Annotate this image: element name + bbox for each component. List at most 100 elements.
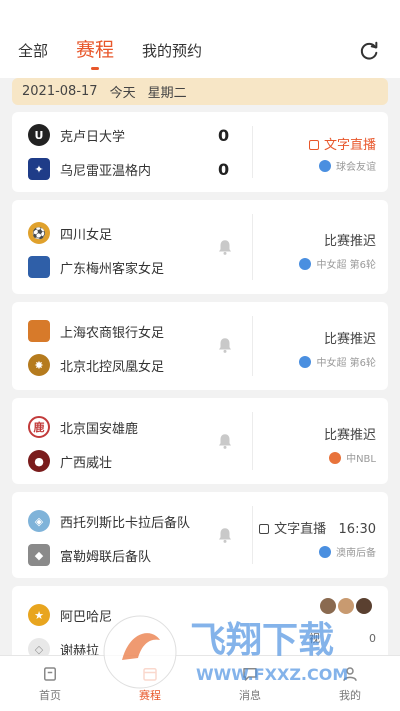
bell-icon[interactable] [216, 432, 234, 450]
date-text: 2021-08-17 [22, 84, 98, 99]
league-name: 球会友谊 [336, 162, 376, 173]
tab-home[interactable]: 首页 [0, 656, 100, 711]
away-team-name: 广西威壮 [60, 455, 113, 471]
text-live-status[interactable]: 文字直播 16:30 [259, 518, 376, 537]
league-info: 澳南后备 [319, 544, 376, 559]
soccer-logo-icon: ⚽ [28, 222, 50, 244]
text-live-icon [308, 140, 319, 150]
tab-schedule[interactable]: 赛程 [76, 38, 114, 70]
away-team-row: ✦ 乌尼雷亚温格内 [28, 158, 151, 180]
soccer-ball-icon [319, 545, 331, 558]
away-team-row: ✸ 北京北控凤凰女足 [28, 354, 164, 376]
refresh-icon[interactable] [358, 40, 380, 62]
away-team-row: ● 广西威壮 [28, 450, 112, 472]
profile-icon [343, 666, 357, 681]
tab-messages[interactable]: 消息 [200, 656, 300, 711]
weekday-text: 星期二 [147, 86, 187, 101]
shield-logo-icon [28, 320, 50, 342]
home-team-row: ★ 阿巴哈尼 [28, 604, 112, 626]
match-time: 0 [369, 632, 376, 645]
home-team-row: U 克卢日大学 [28, 124, 125, 146]
card-divider [252, 316, 253, 376]
match-list: U 克卢日大学 ✦ 乌尼雷亚温格内 0 0 文字直播 球会友谊 ⚽ 四川女足 广… [12, 112, 388, 674]
league-info: 中NBL [329, 450, 376, 465]
league-name: 中女超 第6轮 [316, 358, 376, 369]
card-divider [252, 214, 253, 280]
tab-my-reservations[interactable]: 我的预约 [142, 40, 202, 62]
tab-schedule-bottom[interactable]: 赛程 [100, 656, 200, 711]
top-bar: 全部 赛程 我的预约 [0, 0, 400, 78]
match-card[interactable]: ⚽ 四川女足 广东梅州客家女足 比赛推迟 中女超 第6轮 [12, 200, 388, 294]
home-team-row: 鹿 北京国安雄鹿 [28, 416, 138, 438]
home-team-row: ⚽ 四川女足 [28, 222, 112, 244]
today-text: 今天 [109, 86, 136, 101]
avatar-icon [320, 598, 336, 614]
soccer-ball-icon [299, 257, 312, 270]
shield-logo-icon [28, 256, 50, 278]
league-info: 中女超 第6轮 [299, 354, 376, 369]
away-team-row: ◆ 富勒姆联后备队 [28, 544, 151, 566]
tab-profile[interactable]: 我的 [300, 656, 400, 711]
text-live-icon [259, 524, 270, 534]
league-name: 中NBL [346, 454, 376, 465]
status-label: 比赛推迟 [323, 332, 376, 347]
match-card[interactable]: ★ 阿巴哈尼 ◇ 谢赫拉 视 0 [12, 586, 388, 666]
phoenix-logo-icon: ✸ [28, 354, 50, 376]
lineup-avatars[interactable] [320, 598, 372, 614]
away-team-name: 北京北控凤凰女足 [60, 359, 165, 375]
away-score: 0 [218, 160, 230, 179]
home-icon [44, 666, 56, 681]
home-team-name: 克卢日大学 [60, 129, 126, 145]
text-live-status[interactable]: 文字直播 [308, 134, 376, 153]
match-card[interactable]: U 克卢日大学 ✦ 乌尼雷亚温格内 0 0 文字直播 球会友谊 [12, 112, 388, 192]
crest-logo-icon: ◆ [28, 544, 50, 566]
basketball-icon [329, 451, 342, 464]
away-team-name: 广东梅州客家女足 [60, 261, 165, 277]
league-info: 中女超 第6轮 [299, 256, 376, 271]
match-card[interactable]: 鹿 北京国安雄鹿 ● 广西威壮 比赛推迟 中NBL [12, 398, 388, 484]
status-label: 视 0 [309, 630, 376, 646]
bell-icon[interactable] [216, 336, 234, 354]
match-card[interactable]: ◈ 西托列斯比卡拉后备队 ◆ 富勒姆联后备队 文字直播 16:30 澳南后备 [12, 492, 388, 578]
date-bar: 2021-08-17 今天 星期二 [12, 78, 388, 105]
bell-icon[interactable] [216, 238, 234, 256]
tab-profile-label: 我的 [339, 688, 361, 702]
bottom-tab-bar: 首页 赛程 消息 我的 [0, 655, 400, 711]
soccer-ball-icon [299, 355, 312, 368]
home-team-name: 阿巴哈尼 [60, 609, 113, 625]
message-icon [243, 667, 257, 681]
away-team-name: 富勒姆联后备队 [60, 549, 152, 565]
home-team-name: 西托列斯比卡拉后备队 [60, 515, 191, 531]
card-divider [252, 506, 253, 564]
status-label: 比赛推迟 [323, 428, 376, 443]
home-team-row: 上海农商银行女足 [28, 320, 164, 342]
avatar-icon [338, 598, 354, 614]
home-team-name: 四川女足 [60, 227, 113, 243]
deer-logo-icon: 鹿 [28, 416, 50, 438]
match-card[interactable]: 上海农商银行女足 ✸ 北京北控凤凰女足 比赛推迟 中女超 第6轮 [12, 302, 388, 390]
status-label: 文字直播 [274, 522, 327, 537]
home-team-row: ◈ 西托列斯比卡拉后备队 [28, 510, 190, 532]
status-label: 比赛推迟 [323, 234, 376, 249]
schedule-icon [143, 667, 157, 681]
tab-home-label: 首页 [39, 688, 61, 702]
league-name: 中女超 第6轮 [316, 260, 376, 271]
tab-all[interactable]: 全部 [18, 40, 48, 62]
card-divider [252, 412, 253, 470]
status-label: 文字直播 [323, 138, 376, 153]
category-tabs: 全部 赛程 我的预约 [18, 38, 230, 70]
u-logo-icon: U [28, 124, 50, 146]
home-team-name: 北京国安雄鹿 [60, 421, 139, 437]
away-team-name: 乌尼雷亚温格内 [60, 163, 152, 179]
league-name: 澳南后备 [336, 548, 376, 559]
soccer-ball-icon [319, 159, 331, 172]
card-divider [252, 126, 253, 178]
match-time: 16:30 [338, 522, 376, 537]
status-text: 视 [309, 632, 321, 645]
eagle-logo-icon: ✦ [28, 158, 50, 180]
bell-icon[interactable] [216, 526, 234, 544]
basketball-logo-icon: ● [28, 450, 50, 472]
away-team-row: 广东梅州客家女足 [28, 256, 164, 278]
crest-logo-icon: ★ [28, 604, 50, 626]
tab-schedule-label: 赛程 [139, 688, 161, 702]
